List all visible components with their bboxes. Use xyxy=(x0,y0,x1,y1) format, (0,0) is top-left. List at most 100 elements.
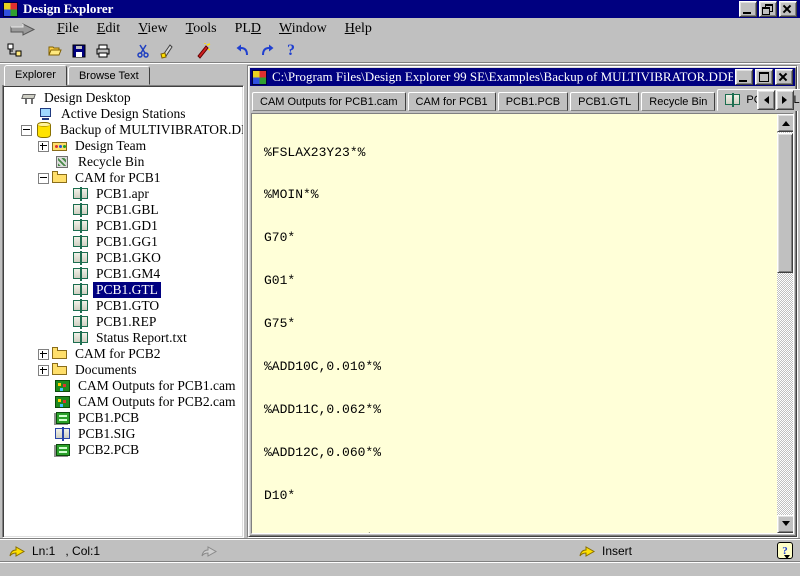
printer-icon xyxy=(95,43,111,59)
tree-item-pcb1-gko[interactable]: PCB1.GKO xyxy=(3,250,243,266)
doc-tab-recycle-bin[interactable]: Recycle Bin xyxy=(641,92,715,111)
folder-icon xyxy=(52,363,69,377)
design-manager-button[interactable] xyxy=(3,40,27,62)
bottom-strip xyxy=(0,561,800,576)
collapse-icon[interactable] xyxy=(38,173,49,184)
vertical-scrollbar[interactable] xyxy=(777,114,793,533)
open-button[interactable] xyxy=(43,40,67,62)
menu-edit[interactable]: Edit xyxy=(88,20,129,38)
wizard-button[interactable] xyxy=(191,40,215,62)
tree-item-pcb2-pcb[interactable]: PCB2.PCB xyxy=(3,442,243,458)
paste-button[interactable] xyxy=(155,40,179,62)
sig-file-icon xyxy=(55,427,72,441)
tab-browse-text[interactable]: Browse Text xyxy=(68,66,150,85)
selected-tree-item: PCB1.GTL xyxy=(93,282,161,298)
tree-item-cam-for-pcb1[interactable]: CAM for PCB1 xyxy=(3,170,243,186)
help-balloon-button[interactable]: ? xyxy=(777,542,793,559)
tree-item-pcb1-gd1[interactable]: PCB1.GD1 xyxy=(3,218,243,234)
tree-item-cam-for-pcb2[interactable]: CAM for PCB2 xyxy=(3,346,243,362)
design-manager-icon xyxy=(7,43,23,59)
document-icon xyxy=(73,235,90,249)
save-icon xyxy=(71,43,87,59)
restore-button[interactable] xyxy=(759,1,777,17)
wand-icon xyxy=(195,43,211,59)
tree-item-status-report[interactable]: Status Report.txt xyxy=(3,330,243,346)
document-icon xyxy=(73,299,90,313)
scroll-up-button[interactable] xyxy=(777,114,794,132)
tree-item-backup-ddb[interactable]: Backup of MULTIVIBRATOR.DDB xyxy=(3,122,243,138)
tree-item-pcb1-pcb[interactable]: PCB1.PCB xyxy=(3,410,243,426)
tree-item-pcb1-sig[interactable]: PCB1.SIG xyxy=(3,426,243,442)
document-icon xyxy=(73,219,90,233)
help-icon: ? xyxy=(287,42,295,60)
tree-item-pcb1-gg1[interactable]: PCB1.GG1 xyxy=(3,234,243,250)
open-folder-icon xyxy=(47,43,63,59)
team-folder-icon xyxy=(52,139,69,153)
redo-button[interactable] xyxy=(255,40,279,62)
disabled-arrow-icon xyxy=(200,545,218,558)
tree-item-pcb1-rep[interactable]: PCB1.REP xyxy=(3,314,243,330)
print-button[interactable] xyxy=(91,40,115,62)
workstation-icon xyxy=(38,107,55,121)
expand-icon[interactable] xyxy=(38,365,49,376)
tab-explorer[interactable]: Explorer xyxy=(4,65,67,86)
main-area: Explorer Browse Text Design Desktop Acti… xyxy=(0,62,800,540)
document-titlebar[interactable]: C:\Program Files\Design Explorer 99 SE\E… xyxy=(250,68,795,86)
tree-item-pcb1-gbl[interactable]: PCB1.GBL xyxy=(3,202,243,218)
expand-icon[interactable] xyxy=(38,141,49,152)
tab-scroll-right-button[interactable] xyxy=(776,90,794,110)
doc-close-button[interactable] xyxy=(775,69,793,85)
doc-maximize-button[interactable] xyxy=(755,69,773,85)
document-icon xyxy=(73,331,90,345)
menu-pld[interactable]: PLD xyxy=(226,20,270,38)
text-editor[interactable]: %FSLAX23Y23*% %MOIN*% G70* G01* G75* %AD… xyxy=(252,114,777,533)
doc-tab-cam-outputs-pcb1[interactable]: CAM Outputs for PCB1.cam xyxy=(252,92,406,111)
recycle-bin-icon xyxy=(55,155,72,169)
explorer-panel: Explorer Browse Text Design Desktop Acti… xyxy=(2,65,244,538)
tree-item-design-desktop[interactable]: Design Desktop xyxy=(3,90,243,106)
document-window: C:\Program Files\Design Explorer 99 SE\E… xyxy=(248,66,797,537)
tree-item-design-team[interactable]: Design Team xyxy=(3,138,243,154)
doc-minimize-button[interactable] xyxy=(735,69,753,85)
tree-item-recycle-bin[interactable]: Recycle Bin xyxy=(3,154,243,170)
menu-tools[interactable]: Tools xyxy=(177,20,226,38)
undo-button[interactable] xyxy=(231,40,255,62)
save-button[interactable] xyxy=(67,40,91,62)
doc-tab-pcb1-pcb[interactable]: PCB1.PCB xyxy=(498,92,568,111)
doc-tab-pcb1-gtl[interactable]: PCB1.GTL xyxy=(570,92,639,111)
help-button[interactable]: ? xyxy=(279,40,303,62)
menu-view[interactable]: View xyxy=(129,20,177,38)
doc-tab-cam-for-pcb1[interactable]: CAM for PCB1 xyxy=(408,92,496,111)
menu-help[interactable]: Help xyxy=(336,20,381,38)
line-indicator: Ln:1 xyxy=(32,544,55,558)
tree-item-cam-outputs-pcb2[interactable]: CAM Outputs for PCB2.cam xyxy=(3,394,243,410)
minimize-button[interactable] xyxy=(739,1,757,17)
app-titlebar[interactable]: Design Explorer xyxy=(0,0,800,18)
tree-item-pcb1-gm4[interactable]: PCB1.GM4 xyxy=(3,266,243,282)
menu-window[interactable]: Window xyxy=(270,20,336,38)
scrollbar-thumb[interactable] xyxy=(777,133,793,273)
cam-file-icon xyxy=(55,395,72,409)
collapse-icon[interactable] xyxy=(21,125,32,136)
menu-file[interactable]: File xyxy=(48,20,88,38)
cursor-arrow-icon xyxy=(8,545,26,558)
close-button[interactable] xyxy=(779,1,797,17)
tree-item-documents[interactable]: Documents xyxy=(3,362,243,378)
tree-item-cam-outputs-pcb1[interactable]: CAM Outputs for PCB1.cam xyxy=(3,378,243,394)
toolbar: ? xyxy=(0,40,800,62)
expand-icon[interactable] xyxy=(38,349,49,360)
scroll-down-button[interactable] xyxy=(777,515,794,533)
tree-item-pcb1-gto[interactable]: PCB1.GTO xyxy=(3,298,243,314)
tab-scroll-left-button[interactable] xyxy=(757,90,775,110)
tree-item-pcb1-gtl[interactable]: PCB1.GTL xyxy=(3,282,243,298)
tree-item-active-design-stations[interactable]: Active Design Stations xyxy=(3,106,243,122)
document-icon xyxy=(725,93,742,107)
menu-arrow-icon[interactable] xyxy=(10,23,36,36)
insert-arrow-icon xyxy=(578,545,596,558)
scrollbar-track[interactable] xyxy=(777,132,793,515)
document-window-icon xyxy=(252,70,267,85)
folder-icon xyxy=(52,347,69,361)
cut-button[interactable] xyxy=(131,40,155,62)
tree-item-pcb1-apr[interactable]: PCB1.apr xyxy=(3,186,243,202)
app-logo-icon xyxy=(3,2,18,17)
